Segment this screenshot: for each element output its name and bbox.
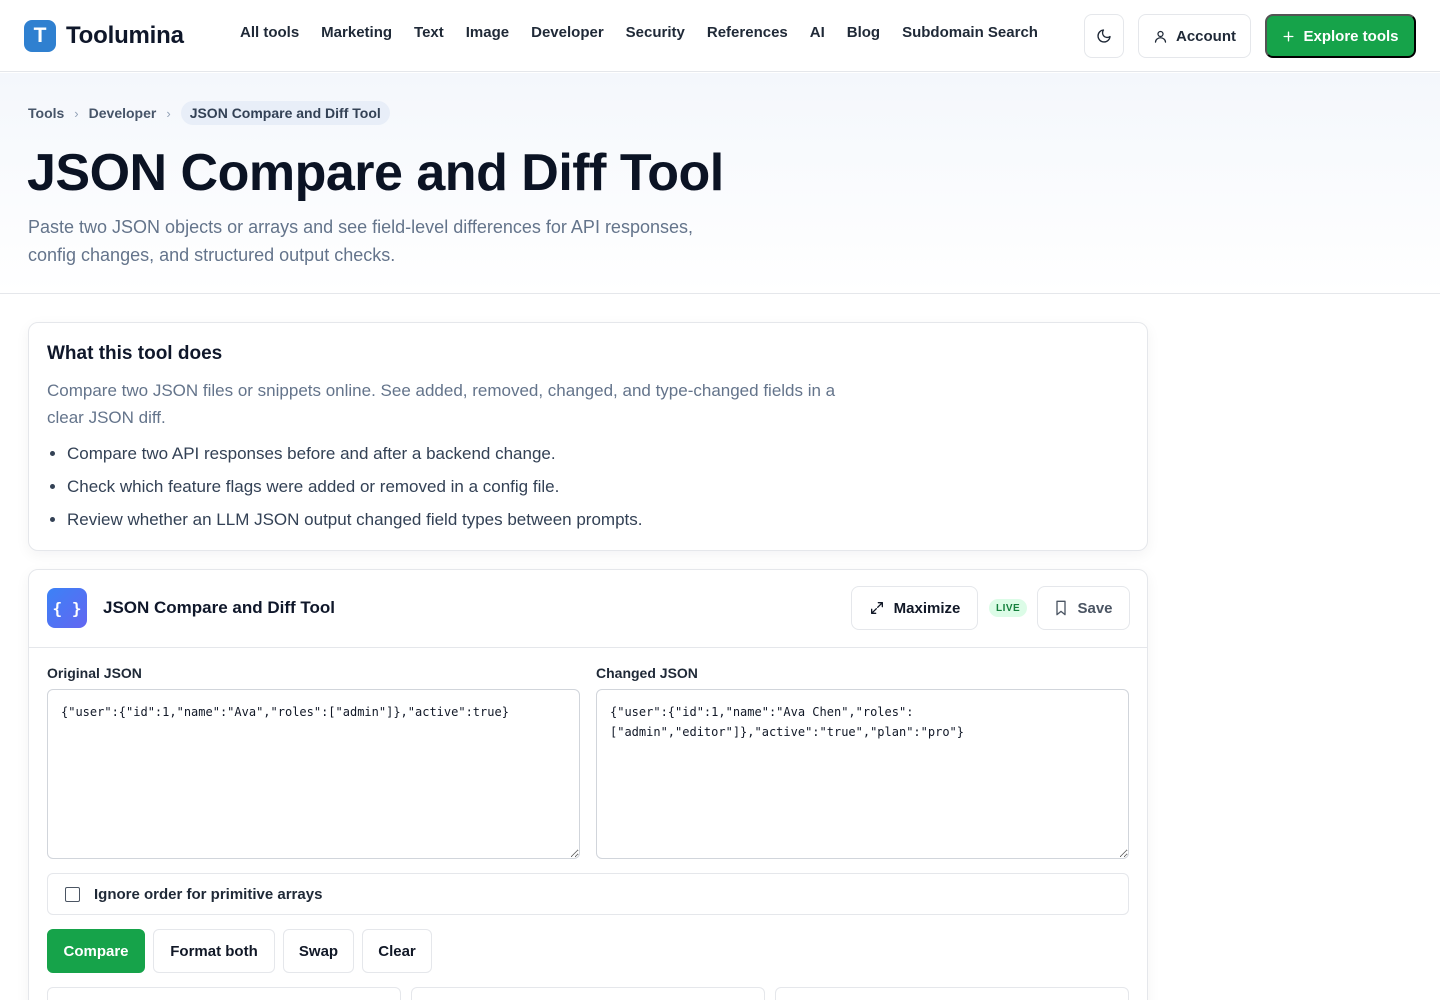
changed-json-label: Changed JSON [596, 665, 698, 681]
save-button[interactable]: Save [1037, 586, 1130, 630]
ignore-order-option[interactable]: Ignore order for primitive arrays [47, 873, 1129, 915]
breadcrumb-tools[interactable]: Tools [28, 105, 64, 121]
diff-summary-box [411, 987, 765, 1000]
moon-icon [1097, 29, 1111, 43]
nav-item-marketing[interactable]: Marketing [321, 24, 392, 41]
breadcrumb: Tools › Developer › JSON Compare and Dif… [28, 101, 390, 125]
plus-icon [1283, 30, 1294, 42]
hero-section: Tools › Developer › JSON Compare and Dif… [0, 73, 1440, 294]
bookmark-icon [1056, 600, 1067, 616]
nav-item-subdomain-search[interactable]: Subdomain Search [902, 24, 1038, 41]
page-subtitle: Paste two JSON objects or arrays and see… [28, 217, 693, 265]
about-tool-card: What this tool does Compare two JSON fil… [28, 322, 1148, 551]
account-button[interactable]: Account [1138, 14, 1251, 58]
original-json-input[interactable]: {"user":{"id":1,"name":"Ava","roles":["a… [47, 689, 580, 859]
account-label: Account [1176, 27, 1236, 45]
original-json-label: Original JSON [47, 665, 142, 681]
tool-header: { } JSON Compare and Diff Tool Maximize … [29, 570, 1147, 648]
list-item: Check which feature flags were added or … [67, 474, 643, 507]
diff-summary-box [775, 987, 1129, 1000]
page-title: JSON Compare and Diff Tool [27, 144, 724, 202]
brand-name: Toolumina [66, 22, 184, 49]
format-both-button[interactable]: Format both [153, 929, 275, 973]
nav-item-ai[interactable]: AI [810, 24, 825, 41]
list-item: Review whether an LLM JSON output change… [67, 507, 643, 540]
save-label: Save [1077, 599, 1113, 617]
maximize-button[interactable]: Maximize [851, 586, 978, 630]
live-badge: LIVE [989, 599, 1028, 617]
nav-item-developer[interactable]: Developer [531, 24, 604, 41]
json-braces-glyph: { } [52, 598, 82, 618]
brand-link[interactable]: T Toolumina [24, 20, 184, 54]
tool-name: JSON Compare and Diff Tool [103, 598, 336, 617]
brand-logo-icon: T [24, 20, 58, 54]
about-use-cases: Compare two API responses before and aft… [67, 441, 643, 540]
swap-button[interactable]: Swap [283, 929, 354, 973]
ignore-order-checkbox[interactable] [65, 886, 80, 902]
maximize-label: Maximize [893, 599, 961, 617]
about-title: What this tool does [47, 343, 223, 364]
nav-item-all-tools[interactable]: All tools [240, 24, 299, 41]
maximize-icon [870, 602, 883, 614]
nav-item-blog[interactable]: Blog [847, 24, 880, 41]
list-item: Compare two API responses before and aft… [67, 441, 643, 474]
diff-summary-box [47, 987, 401, 1000]
explore-tools-label: Explore tools [1303, 27, 1399, 45]
explore-tools-button[interactable]: Explore tools [1265, 14, 1416, 58]
clear-button[interactable]: Clear [362, 929, 432, 973]
nav-item-security[interactable]: Security [626, 24, 685, 41]
ignore-order-label: Ignore order for primitive arrays [94, 885, 323, 903]
main-nav: All tools Marketing Text Image Developer… [240, 24, 1038, 41]
breadcrumb-developer[interactable]: Developer [89, 105, 157, 121]
action-buttons: Compare Format both Swap Clear [47, 929, 432, 973]
user-icon [1154, 30, 1167, 43]
json-braces-icon: { } [47, 588, 87, 628]
nav-item-references[interactable]: References [707, 24, 788, 41]
breadcrumb-current: JSON Compare and Diff Tool [180, 101, 390, 125]
nav-item-image[interactable]: Image [466, 24, 509, 41]
chevron-right-icon: › [74, 105, 79, 121]
nav-item-text[interactable]: Text [414, 24, 444, 41]
changed-json-input[interactable]: {"user":{"id":1,"name":"Ava Chen","roles… [596, 689, 1129, 859]
theme-toggle-button[interactable] [1084, 14, 1124, 58]
top-navbar: T Toolumina All tools Marketing Text Ima… [0, 0, 1440, 72]
brand-logo-letter: T [33, 24, 47, 47]
compare-button[interactable]: Compare [47, 929, 145, 973]
about-description: Compare two JSON files or snippets onlin… [47, 381, 836, 427]
tool-panel: { } JSON Compare and Diff Tool Maximize … [28, 569, 1148, 1000]
chevron-right-icon: › [166, 105, 171, 121]
